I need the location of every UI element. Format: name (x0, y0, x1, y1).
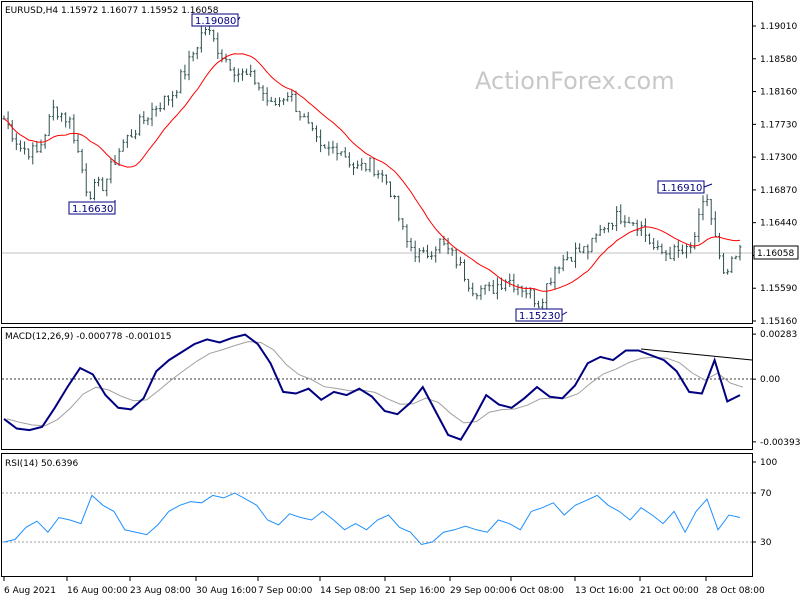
rsi-tick-label: 100 (760, 458, 777, 468)
rsi-panel (1, 453, 753, 577)
x-tick-label: 16 Aug 00:00 (67, 586, 128, 596)
x-tick-label: 7 Sep 00:00 (258, 586, 313, 596)
current-price-label: 1.16058 (757, 249, 794, 259)
annotation-pointer (561, 311, 568, 316)
price-tick-label: 1.18160 (760, 88, 797, 98)
price-tick-label: 1.16870 (760, 186, 797, 196)
x-tick-label: 6 Aug 2021 (4, 586, 56, 596)
price-tick-label: 1.16440 (760, 219, 797, 229)
price-annotation-label: 1.15230 (519, 311, 560, 322)
rsi-line (3, 492, 741, 546)
price-tick-label: 1.18580 (760, 55, 797, 65)
macd-header: MACD(12,26,9) -0.000778 -0.001015 (5, 332, 171, 342)
rsi-tick-label: 30 (760, 538, 772, 548)
price-annotation-label: 1.16630 (72, 204, 113, 215)
x-tick-label: 23 Aug 08:00 (130, 586, 191, 596)
x-tick-label: 6 Oct 08:00 (511, 586, 564, 596)
x-tick-label: 13 Oct 16:00 (575, 586, 634, 596)
price-header: EURUSD,H4 1.15972 1.16077 1.15952 1.1605… (5, 6, 219, 16)
macd-signal-line (6, 341, 744, 427)
price-panel (1, 1, 753, 324)
watermark: ActionForex.com (475, 67, 675, 95)
price-annotation-label: 1.19080 (195, 16, 236, 27)
price-annotation-label: 1.16910 (661, 183, 702, 194)
x-tick-label: 29 Sep 00:00 (450, 586, 510, 596)
price-tick-label: 1.15590 (760, 284, 797, 294)
macd-tick-label: 0.00283 (760, 330, 797, 340)
x-tick-label: 14 Sep 08:00 (320, 586, 380, 596)
macd-panel (1, 327, 753, 450)
annotation-pointer (703, 183, 713, 188)
macd-main-line (3, 333, 741, 441)
macd-tick-label: 0.00 (760, 375, 780, 385)
eurusd-chart: ActionForex.com EURUSD,H4 1.15972 1.1607… (1, 1, 800, 596)
price-tick-label: 1.17730 (760, 120, 797, 130)
rsi-header: RSI(14) 50.6396 (5, 459, 78, 469)
x-tick-label: 21 Oct 00:00 (640, 586, 699, 596)
price-tick-label: 1.17300 (760, 153, 797, 163)
x-tick-label: 21 Sep 16:00 (385, 586, 445, 596)
price-tick-label: 1.19010 (760, 22, 797, 32)
rsi-tick-label: 70 (760, 489, 772, 499)
x-tick-label: 28 Oct 08:00 (706, 586, 765, 596)
x-tick-label: 30 Aug 16:00 (196, 586, 257, 596)
macd-tick-label: -0.003939 (760, 438, 800, 448)
price-tick-label: 1.15160 (760, 317, 797, 327)
